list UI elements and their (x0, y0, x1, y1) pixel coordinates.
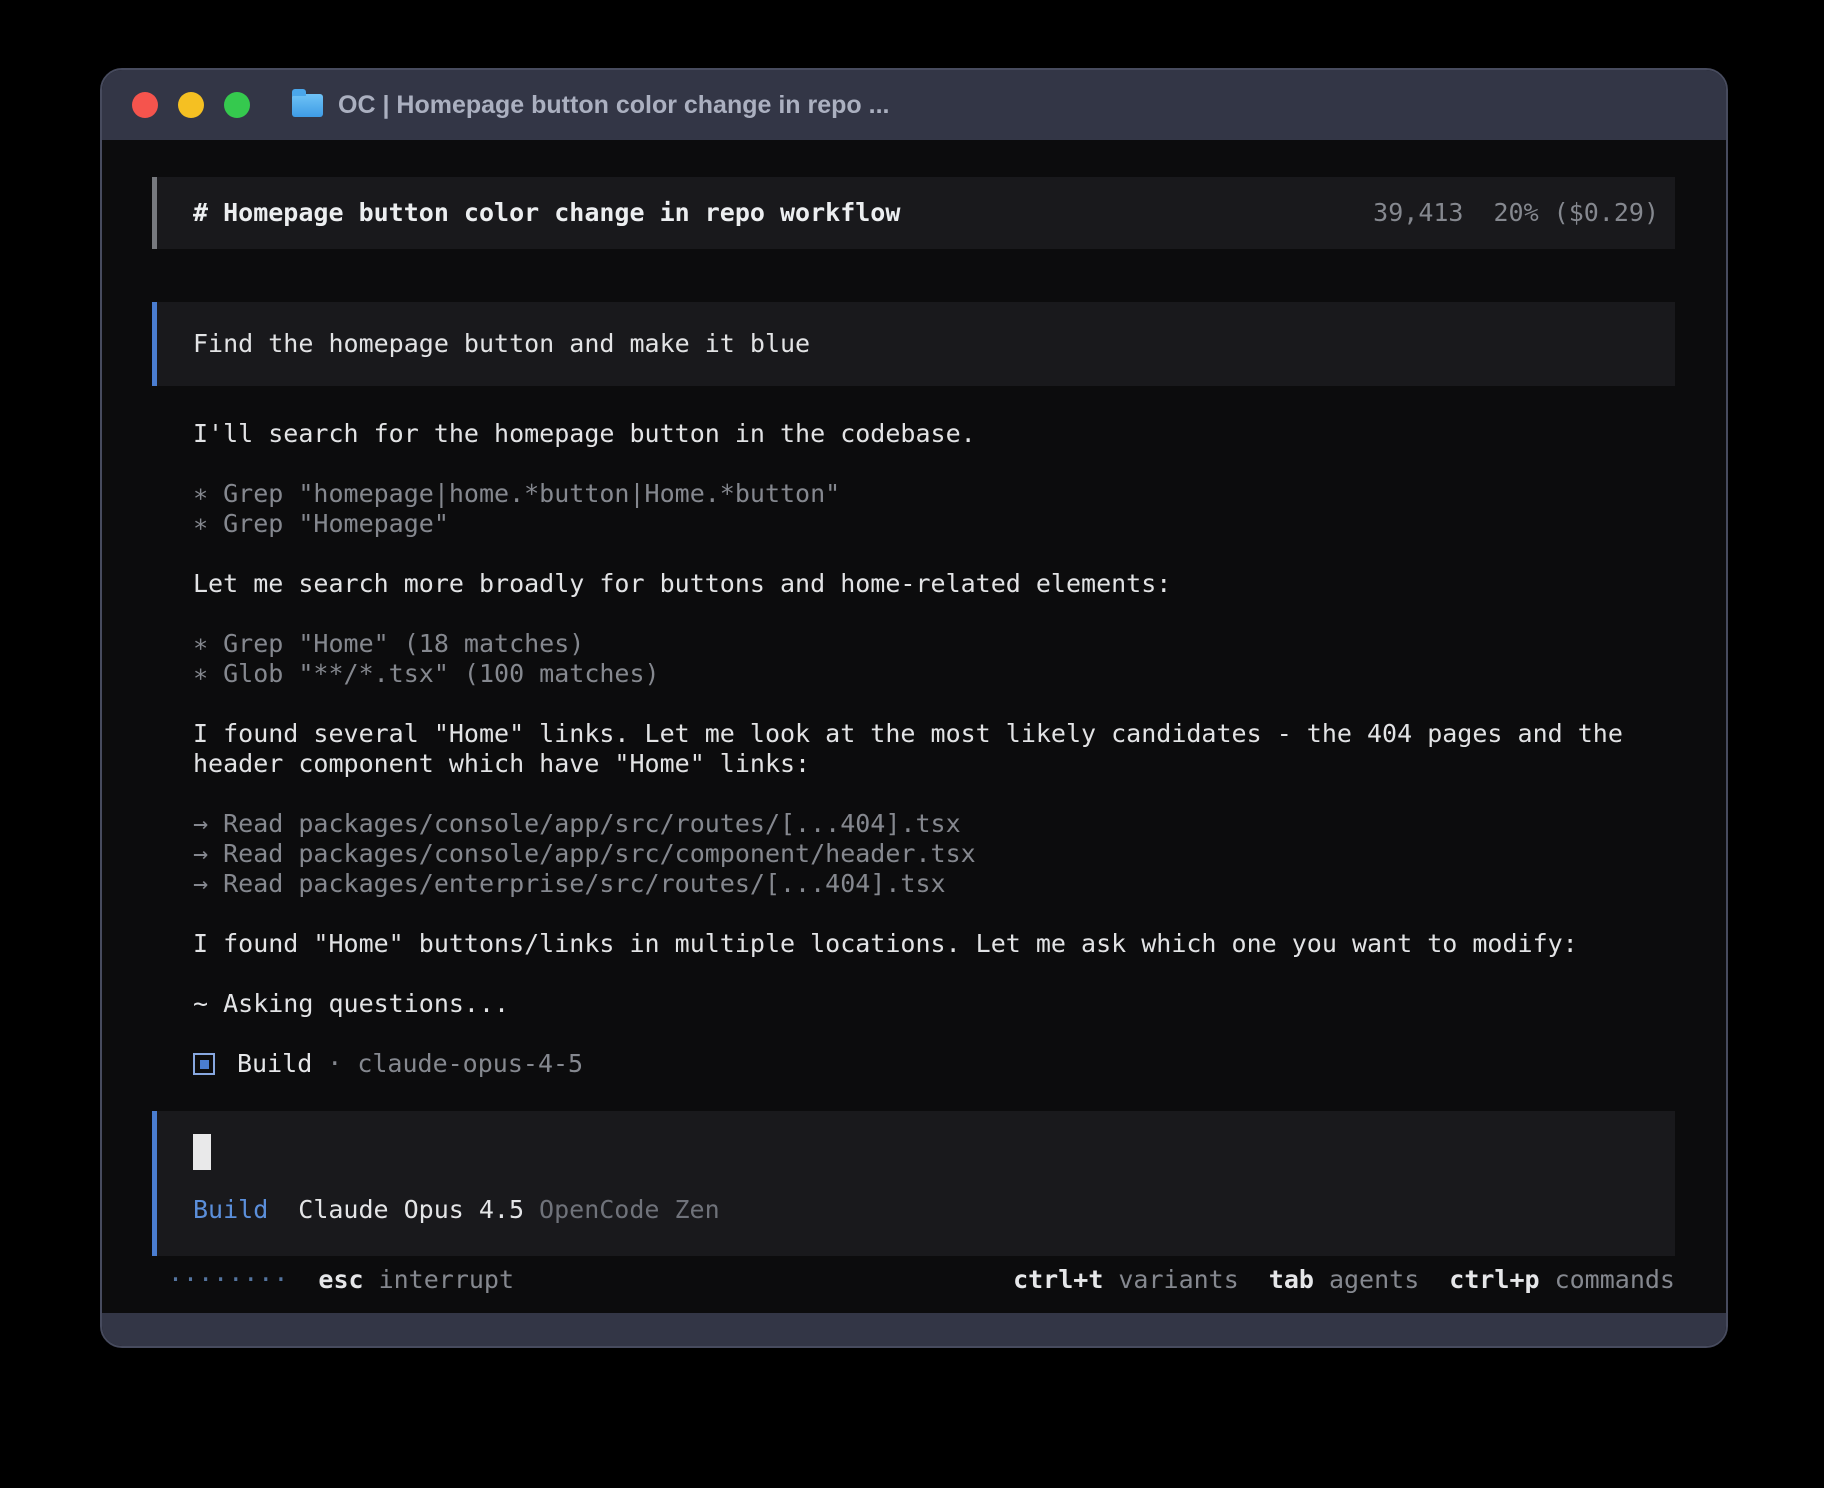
variants-shortcut: ctrl+t variants (1013, 1265, 1239, 1295)
session-stats: 39,413 20% ($0.29) (1253, 168, 1659, 258)
transcript-line (193, 689, 1675, 719)
interrupt-label: interrupt (379, 1265, 514, 1295)
close-button[interactable] (132, 92, 158, 118)
maximize-button[interactable] (224, 92, 250, 118)
window-title: OC | Homepage button color change in rep… (338, 91, 889, 120)
transcript-line: header component which have "Home" links… (193, 749, 1675, 779)
provider-label: OpenCode Zen (539, 1195, 720, 1225)
text-cursor (193, 1134, 211, 1170)
build-agent-icon (193, 1053, 215, 1075)
terminal-content: # Homepage button color change in repo w… (102, 140, 1726, 1313)
agents-label: agents (1329, 1265, 1419, 1295)
agent-name: Build (237, 1049, 312, 1079)
prompt-input[interactable]: Build Claude Opus 4.5 OpenCode Zen (152, 1111, 1675, 1256)
session-cost: ($0.29) (1554, 198, 1659, 227)
transcript-line: I'll search for the homepage button in t… (193, 419, 1675, 449)
transcript-line (193, 959, 1675, 989)
session-header: # Homepage button color change in repo w… (152, 177, 1675, 249)
commands-label: commands (1555, 1265, 1675, 1295)
transcript-line: ∗ Grep "homepage|home.*button|Home.*butt… (193, 479, 1675, 509)
commands-key: ctrl+p (1449, 1265, 1539, 1295)
agents-key: tab (1269, 1265, 1314, 1295)
agent-model: claude-opus-4-5 (357, 1049, 583, 1079)
transcript-line: → Read packages/enterprise/src/routes/[.… (193, 869, 1675, 899)
agents-shortcut: tab agents (1269, 1265, 1419, 1295)
window-controls (132, 92, 250, 118)
agent-separator: · (327, 1049, 342, 1079)
transcript-line (193, 449, 1675, 479)
transcript-line (193, 779, 1675, 809)
transcript-line: ∗ Grep "Home" (18 matches) (193, 629, 1675, 659)
interrupt-key: esc (318, 1265, 363, 1295)
window-titlebar: OC | Homepage button color change in rep… (102, 70, 1726, 140)
transcript-line (193, 599, 1675, 629)
user-message-text: Find the homepage button and make it blu… (193, 329, 810, 359)
terminal-window: OC | Homepage button color change in rep… (100, 68, 1728, 1348)
token-count: 39,413 (1373, 198, 1463, 227)
transcript-line: ~ Asking questions... (193, 989, 1675, 1019)
transcript: I'll search for the homepage button in t… (152, 419, 1675, 1019)
folder-icon (292, 94, 323, 117)
transcript-line: ∗ Grep "Homepage" (193, 509, 1675, 539)
session-title: # Homepage button color change in repo w… (193, 198, 900, 228)
user-message: Find the homepage button and make it blu… (152, 302, 1675, 386)
transcript-line: Let me search more broadly for buttons a… (193, 569, 1675, 599)
transcript-line: I found "Home" buttons/links in multiple… (193, 929, 1675, 959)
transcript-line: → Read packages/console/app/src/componen… (193, 839, 1675, 869)
transcript-line (193, 539, 1675, 569)
mode-label[interactable]: Build (193, 1195, 268, 1225)
variants-label: variants (1118, 1265, 1238, 1295)
model-label[interactable]: Claude Opus 4.5 (298, 1195, 524, 1225)
transcript-line: I found several "Home" links. Let me loo… (193, 719, 1675, 749)
minimize-button[interactable] (178, 92, 204, 118)
commands-shortcut: ctrl+p commands (1449, 1265, 1675, 1295)
spinner-dots: ········ (168, 1265, 288, 1295)
agent-status: Build · claude-opus-4-5 (152, 1049, 1675, 1079)
input-mode-row: Build Claude Opus 4.5 OpenCode Zen (193, 1195, 1675, 1225)
transcript-line (193, 899, 1675, 929)
status-bar: ········ esc interrupt ctrl+t variants t… (152, 1265, 1675, 1295)
transcript-line: → Read packages/console/app/src/routes/[… (193, 809, 1675, 839)
window-bottom-bar (102, 1313, 1726, 1346)
variants-key: ctrl+t (1013, 1265, 1103, 1295)
shortcut-hints: ctrl+t variants tab agents ctrl+p comman… (1013, 1265, 1675, 1295)
context-percent: 20% (1493, 198, 1538, 227)
transcript-line: ∗ Glob "**/*.tsx" (100 matches) (193, 659, 1675, 689)
interrupt-hint: esc interrupt (288, 1265, 514, 1295)
build-agent-icon-fill (200, 1060, 209, 1069)
